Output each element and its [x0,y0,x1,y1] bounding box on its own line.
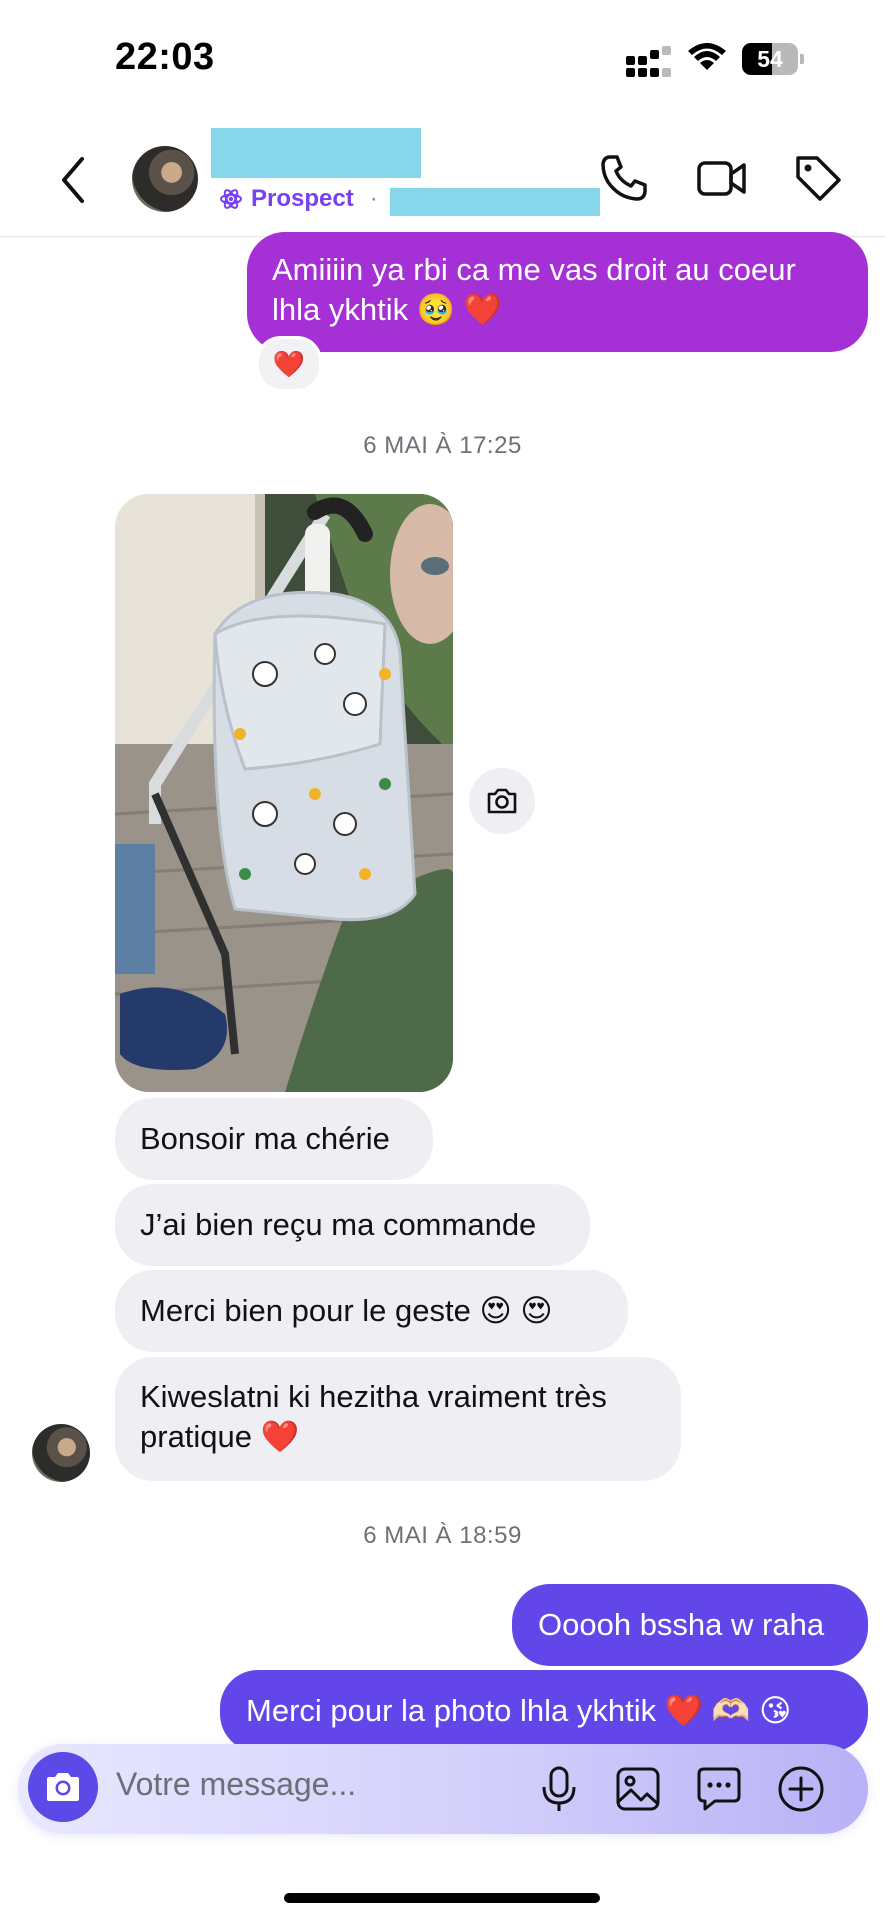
photo-camera-reply-button[interactable] [469,768,535,834]
message-text: Merci pour la photo lhla ykhtik ❤️ 🫶🏻 😘 [246,1693,792,1728]
timestamp: 6 MAI À 18:59 [363,1522,522,1549]
gallery-button[interactable] [611,1762,665,1816]
battery-icon: 54 [742,43,804,75]
video-call-icon[interactable] [696,152,748,204]
message-text: Merci bien pour le geste 😍 😍 [140,1293,553,1328]
prospect-tag[interactable]: Prospect · [219,184,378,214]
add-attachment-button[interactable] [774,1762,828,1816]
outgoing-message[interactable]: Merci pour la photo lhla ykhtik ❤️ 🫶🏻 😘 [220,1670,868,1752]
wifi-icon [688,43,726,70]
separator-dot: · [369,185,378,212]
tag-icon[interactable] [792,152,844,204]
back-chevron-icon[interactable] [56,155,90,205]
quick-reply-button[interactable] [692,1762,746,1816]
contact-subtitle-redacted [390,188,600,216]
timestamp: 6 MAI À 17:25 [363,432,522,459]
contact-name-redacted [211,128,421,178]
chat-dots-icon [697,1767,741,1811]
incoming-message[interactable]: Bonsoir ma chérie [115,1098,433,1180]
cellular-signal-icon [626,46,672,77]
microphone-button[interactable] [532,1762,586,1816]
prospect-label: Prospect [251,185,354,212]
status-time: 22:03 [115,36,215,78]
outgoing-message[interactable]: Amiiiin ya rbi ca me vas droit au coeur … [247,232,868,352]
message-text: Amiiiin ya rbi ca me vas droit au coeur … [272,252,796,327]
camera-icon [487,788,517,814]
contact-avatar[interactable] [132,146,198,212]
photo-message[interactable] [115,494,453,1092]
battery-level: 54 [757,46,783,72]
plus-circle-icon [778,1766,824,1812]
incoming-message[interactable]: J’ai bien reçu ma commande [115,1184,590,1266]
message-text: Kiweslatni ki hezitha vraiment très prat… [140,1379,607,1454]
photo-content [115,494,453,1092]
camera-icon [47,1773,79,1801]
microphone-icon [542,1766,576,1811]
home-indicator[interactable] [284,1893,600,1903]
composer-camera-button[interactable] [28,1752,98,1822]
message-text: Ooooh bssha w raha [538,1607,825,1642]
image-gallery-icon [616,1767,660,1811]
phone-call-icon[interactable] [598,152,650,204]
incoming-message[interactable]: Kiweslatni ki hezitha vraiment très prat… [115,1357,681,1481]
message-input[interactable]: Votre message... [116,1766,356,1803]
outgoing-message[interactable]: Ooooh bssha w raha [512,1584,868,1666]
sender-avatar[interactable] [32,1424,90,1482]
incoming-message[interactable]: Merci bien pour le geste 😍 😍 [115,1270,628,1352]
message-text: Bonsoir ma chérie [140,1121,390,1156]
message-text: J’ai bien reçu ma commande [140,1207,537,1242]
message-reaction[interactable]: ❤️ [256,336,322,392]
atom-icon [220,189,242,209]
